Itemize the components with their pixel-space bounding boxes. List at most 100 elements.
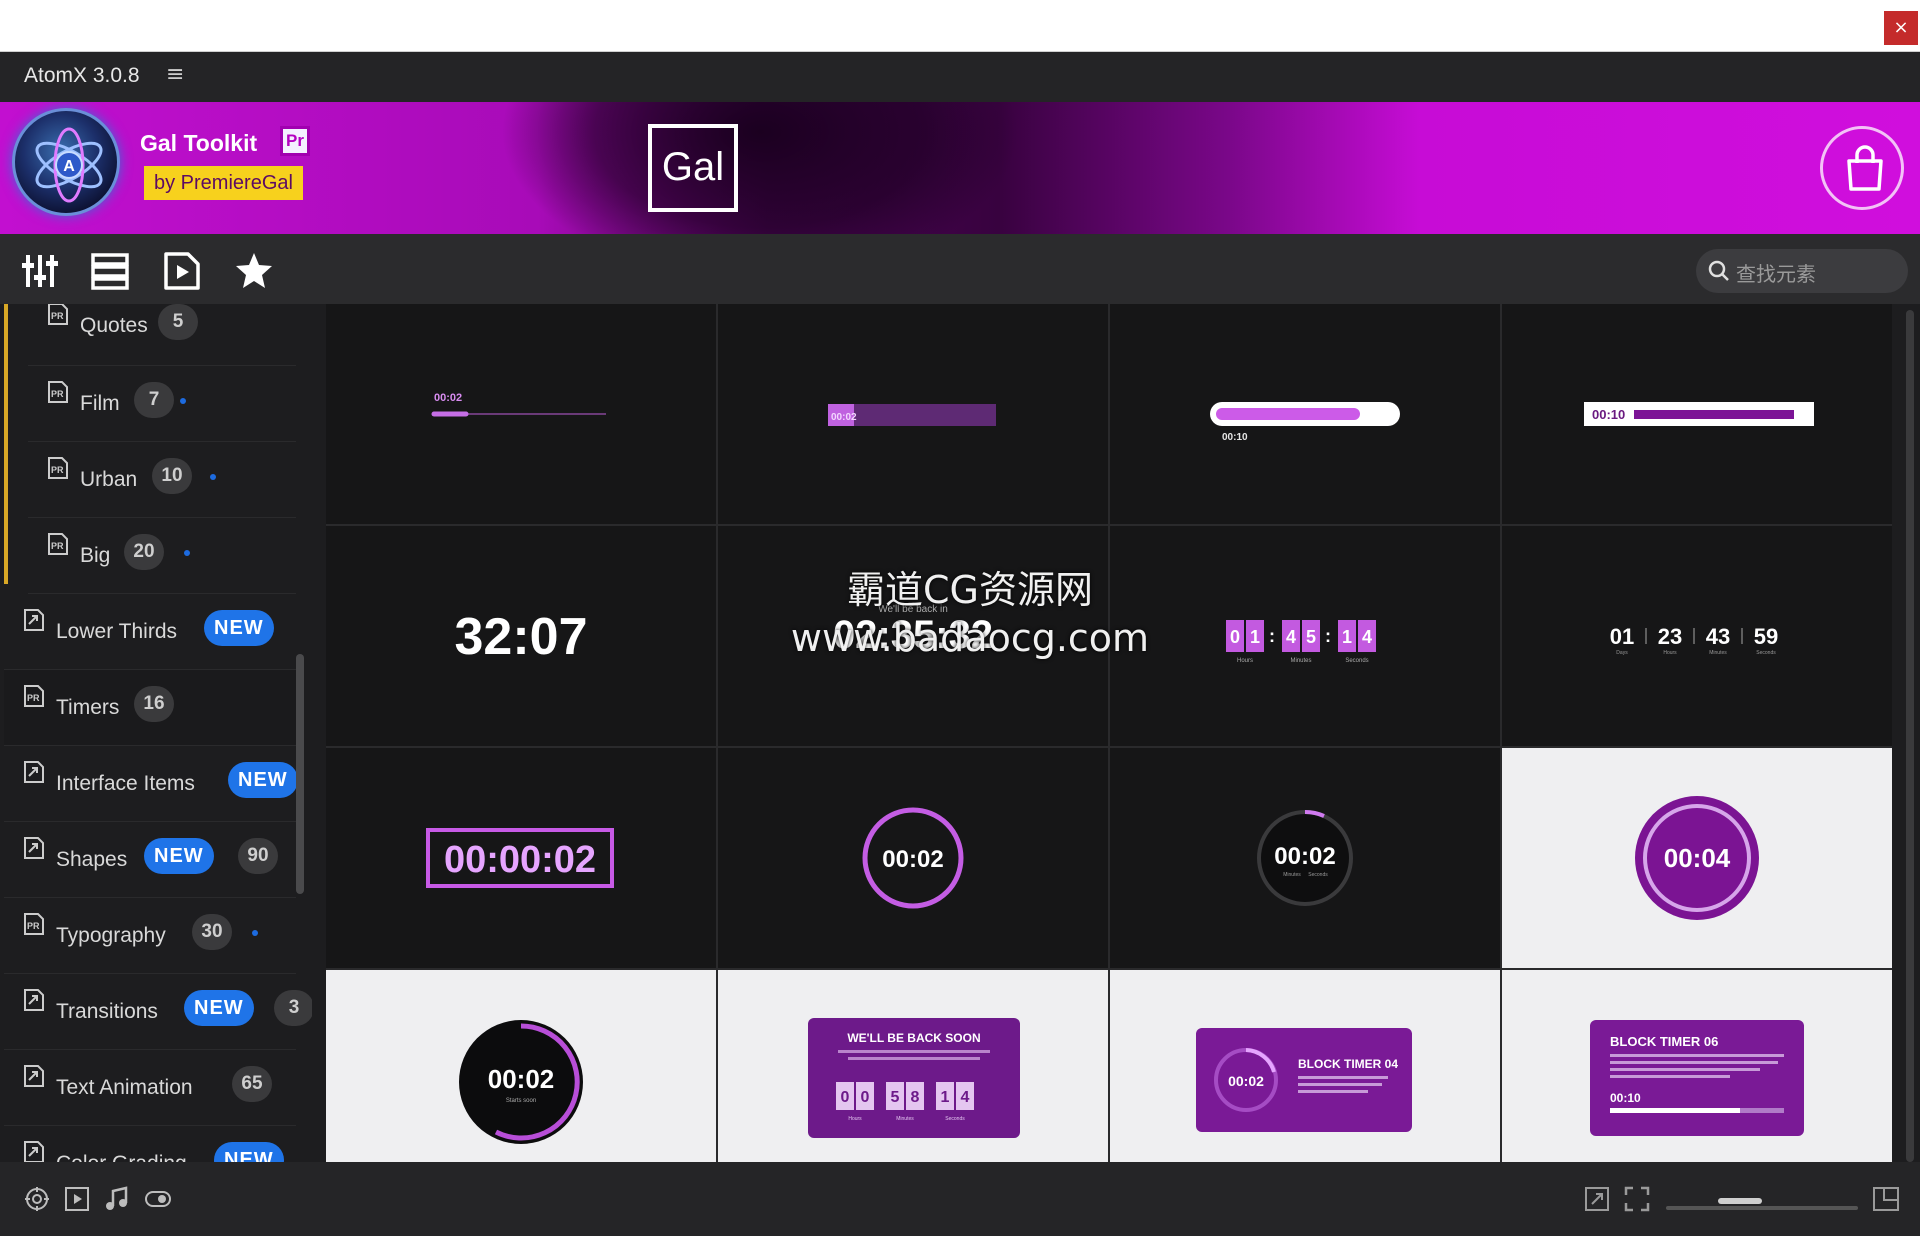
preset-tile[interactable]: 00:10 (1110, 304, 1500, 524)
author-badge[interactable]: by PremiereGal (144, 166, 303, 200)
sidebar-subitem-film[interactable]: PR Film 7 (28, 366, 296, 442)
preset-tile[interactable]: WE'LL BE BACK SOON 00 58 14 Hours Minute… (718, 970, 1108, 1162)
zoom-slider[interactable] (1666, 1206, 1858, 1210)
update-dot (252, 930, 258, 936)
item-count: 20 (124, 534, 164, 570)
timer-text: 32:07 (455, 608, 588, 666)
grid-scrollbar[interactable] (1906, 310, 1914, 1162)
preset-tile[interactable]: 01 23 43 59 Days Hours Minutes Seconds (1502, 526, 1892, 746)
preset-tile[interactable]: 32:07 (326, 526, 716, 746)
preset-tile[interactable]: 00:02 Starts soon (326, 970, 716, 1162)
svg-text::: : (1269, 626, 1275, 646)
timer-text: 00:02 (488, 1064, 555, 1094)
unit-label: Minutes (1283, 872, 1301, 878)
fit-icon[interactable] (1624, 1186, 1650, 1212)
list-view-icon[interactable] (90, 251, 130, 291)
digit-text: 59 (1754, 624, 1778, 649)
preset-tile[interactable]: 00:02 (718, 304, 1108, 524)
timer-text: 00:10 (1222, 432, 1248, 443)
sidebar-item-label: Text Animation (56, 1076, 193, 1099)
search-box[interactable]: 查找元素 (1696, 249, 1908, 293)
pack-name: Gal Toolkit (140, 130, 258, 156)
update-dot (180, 398, 186, 404)
item-count: 3 (274, 990, 312, 1026)
folder-link-icon (24, 1065, 44, 1087)
zoom-slider-thumb[interactable] (1717, 1198, 1762, 1204)
timer-text: 00:02 (831, 412, 857, 423)
digit-text: 4 (1286, 627, 1296, 647)
sidebar-subitem-quotes[interactable]: PR Quotes 5 (28, 304, 296, 366)
timer-text: 00:00:02 (444, 839, 596, 881)
premiere-file-icon: PR (48, 457, 68, 479)
media-file-icon[interactable] (162, 251, 202, 291)
close-button[interactable]: × (1884, 11, 1918, 45)
unit-label: Hours (848, 1116, 862, 1122)
timer-text: 00:04 (1664, 843, 1731, 873)
sidebar-item-interface-items[interactable]: Interface Items NEW (4, 746, 298, 822)
digit-text: 01 (1610, 624, 1634, 649)
sliders-icon[interactable] (20, 251, 60, 291)
sidebar-subitem-urban[interactable]: PR Urban 10 (28, 442, 296, 518)
unit-label: Days (1616, 650, 1628, 656)
svg-text:PR: PR (51, 465, 64, 475)
sidebar-subitem-big[interactable]: PR Big 20 (28, 518, 296, 594)
sidebar-item-transitions[interactable]: Transitions NEW 3 (4, 974, 312, 1050)
music-icon[interactable] (104, 1186, 130, 1212)
atom-logo-icon: A (35, 127, 103, 203)
preset-tile[interactable]: 00:10 (1502, 304, 1892, 524)
item-count: 65 (232, 1066, 272, 1102)
motion-graphics-icon[interactable] (24, 1186, 50, 1212)
sidebar-item-label: Quotes (80, 314, 148, 337)
sidebar-item-timers[interactable]: PR Timers 16 (4, 670, 300, 746)
item-count: 30 (192, 914, 232, 950)
toggle-icon[interactable] (144, 1186, 172, 1212)
digit-text: 1 (1250, 627, 1260, 647)
digit-text: 1 (941, 1089, 950, 1106)
star-icon[interactable] (234, 251, 274, 291)
sidebar-item-label: Shapes (56, 848, 128, 871)
window-frame: × (0, 0, 1920, 52)
preset-tile[interactable]: 00:02 (718, 748, 1108, 968)
fullscreen-icon[interactable] (1872, 1186, 1900, 1212)
sidebar-item-label: Timers (56, 696, 120, 719)
unit-label: Hours (1237, 658, 1253, 664)
preset-tile[interactable]: 00:02 BLOCK TIMER 04 (1110, 970, 1500, 1162)
folder-link-icon (24, 761, 44, 783)
timer-text: 00:02 (434, 392, 462, 404)
digit-text: 4 (1362, 627, 1372, 647)
preset-tile[interactable]: 01 : 45 : 14 Hours Minutes Seconds (1110, 526, 1500, 746)
preset-tile[interactable]: 00:04 (1502, 748, 1892, 968)
preset-tile[interactable]: We'll be back in 02:35:32 (718, 526, 1108, 746)
digit-text: 5 (1306, 627, 1316, 647)
preset-tile[interactable]: 00:02 (326, 304, 716, 524)
new-badge: NEW (204, 610, 274, 646)
new-badge: NEW (228, 762, 298, 798)
sidebar-item-shapes[interactable]: Shapes NEW 90 (4, 822, 296, 898)
heading-text: BLOCK TIMER 06 (1610, 1034, 1718, 1049)
new-badge: NEW (214, 1142, 284, 1162)
atomx-logo: A (12, 108, 120, 216)
hamburger-menu-icon[interactable]: ≡ (166, 62, 184, 87)
svg-text:PR: PR (27, 921, 40, 931)
expand-icon[interactable] (1584, 1186, 1610, 1212)
sidebar-item-text-animation[interactable]: Text Animation 65 (4, 1050, 296, 1126)
status-bar (0, 1162, 1920, 1236)
sidebar-item-color-grading[interactable]: Color Grading NEW (4, 1126, 296, 1162)
sidebar-scrollbar[interactable] (296, 654, 304, 894)
sidebar-item-lower-thirds[interactable]: Lower Thirds NEW (4, 594, 296, 670)
sidebar-item-typography[interactable]: PR Typography 30 (4, 898, 296, 974)
preset-tile[interactable]: 00:00:02 (326, 748, 716, 968)
preset-tile[interactable]: 00:02 Minutes Seconds (1110, 748, 1500, 968)
premiere-file-icon: PR (24, 685, 44, 707)
digit-text: 5 (891, 1089, 900, 1106)
preset-tile[interactable]: BLOCK TIMER 06 00:10 (1502, 970, 1892, 1162)
digit-text: 0 (1230, 627, 1240, 647)
shopping-bag-icon (1847, 145, 1883, 191)
timer-text: 00:02 (882, 846, 943, 873)
video-icon[interactable] (64, 1186, 90, 1212)
shop-button[interactable] (1820, 126, 1904, 210)
premiere-file-icon: PR (48, 533, 68, 555)
digit-text: 1 (1342, 627, 1352, 647)
search-input[interactable]: 查找元素 (1736, 258, 1816, 287)
app-window: × AtomX 3.0.8 ≡ A Gal Toolkit Pr by Prem… (0, 0, 1920, 1236)
